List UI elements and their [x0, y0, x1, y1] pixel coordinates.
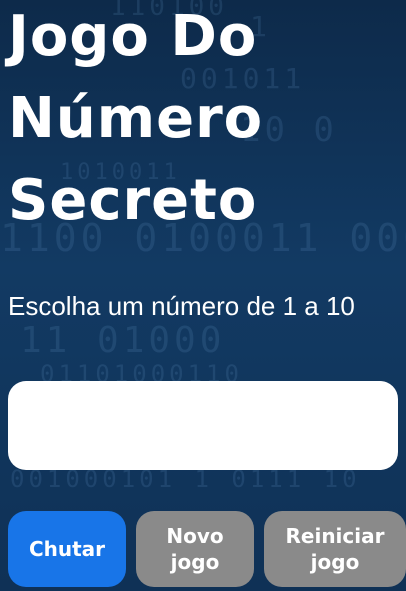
restart-game-button[interactable]: Reiniciar jogo — [264, 511, 406, 587]
page-title-line-1: Jogo Do — [8, 4, 258, 69]
new-game-button[interactable]: Novo jogo — [136, 511, 254, 587]
guess-button[interactable]: Chutar — [8, 511, 126, 587]
page-title: Jogo Do Número Secreto — [8, 0, 398, 242]
page-title-line-3: Secreto — [8, 168, 258, 233]
restart-game-button-label: Reiniciar jogo — [285, 524, 385, 574]
guess-button-label: Chutar — [28, 537, 106, 561]
page-title-line-2: Número — [8, 86, 264, 151]
new-game-button-label: Novo jogo — [166, 524, 224, 574]
instruction-text: Escolha um número de 1 a 10 — [8, 291, 355, 321]
guess-input[interactable] — [8, 381, 398, 470]
